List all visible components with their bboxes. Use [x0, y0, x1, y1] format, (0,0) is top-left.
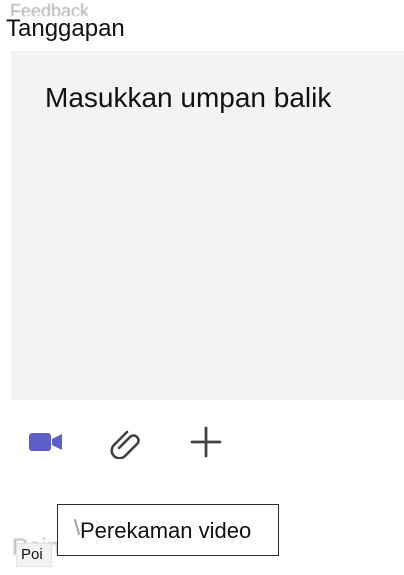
- tooltip-text: Perekaman video: [80, 518, 252, 543]
- video-recording-button[interactable]: [26, 422, 66, 462]
- small-footer-badge: Poi: [16, 543, 52, 567]
- feedback-input-area[interactable]: Masukkan umpan balik: [11, 51, 404, 400]
- paperclip-icon: [109, 425, 143, 459]
- add-button[interactable]: [186, 422, 226, 462]
- attachment-toolbar: [26, 422, 236, 462]
- video-camera-icon: [28, 431, 64, 453]
- video-recording-tooltip: Perekaman video: [57, 504, 279, 556]
- attach-file-button[interactable]: [106, 422, 146, 462]
- small-footer-badge-text: Poi: [21, 546, 43, 563]
- feedback-section-label: Tanggapan: [6, 15, 125, 42]
- plus-icon: [189, 425, 223, 459]
- feedback-placeholder: Masukkan umpan balik: [45, 82, 332, 113]
